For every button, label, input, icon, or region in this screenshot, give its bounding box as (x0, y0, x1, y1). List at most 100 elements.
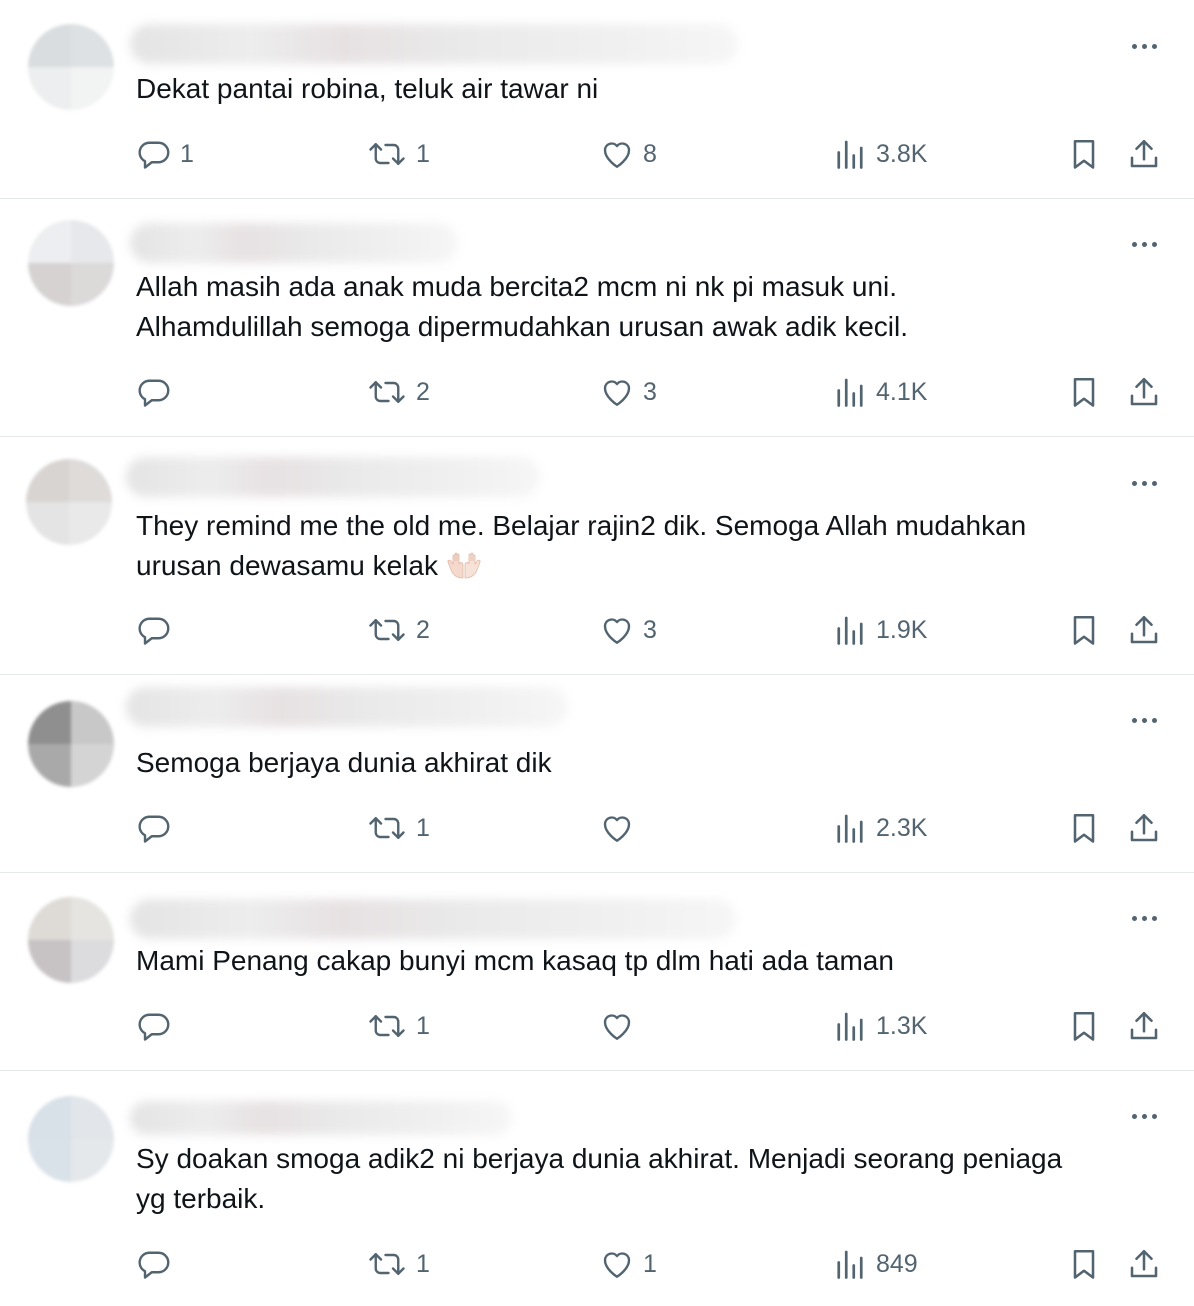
post-text: Dekat pantai robina, teluk air tawar ni (136, 73, 599, 104)
repost-count: 1 (416, 813, 430, 842)
avatar[interactable] (28, 897, 114, 983)
views-button[interactable]: 4.1K (832, 374, 927, 410)
share-icon (1130, 139, 1158, 168)
bookmark-button[interactable] (1066, 810, 1102, 851)
like-button[interactable]: 3 (599, 612, 657, 648)
reply-count: 1 (180, 139, 194, 168)
repost-button[interactable]: 2 (366, 612, 430, 648)
avatar[interactable] (28, 24, 114, 110)
reply-button[interactable] (136, 810, 180, 846)
reply-post[interactable]: Semoga berjaya dunia akhirat dik 1 2.3K (0, 675, 1194, 873)
avatar[interactable] (28, 220, 114, 306)
repost-button[interactable]: 1 (366, 1008, 430, 1044)
reply-icon (138, 379, 170, 407)
view-count: 1.3K (876, 1011, 928, 1040)
view-count: 849 (876, 1249, 918, 1278)
repost-button[interactable]: 1 (366, 136, 430, 172)
reply-post[interactable]: Allah masih ada anak muda bercita2 mcm n… (0, 199, 1194, 437)
repost-button[interactable]: 2 (366, 374, 430, 410)
reply-post[interactable]: Sy doakan smoga adik2 ni berjaya dunia a… (0, 1071, 1194, 1306)
views-icon (837, 140, 863, 169)
repost-count: 2 (416, 615, 430, 644)
bookmark-icon (1073, 1249, 1095, 1279)
heart-icon (603, 1014, 631, 1040)
post-text: Semoga berjaya dunia akhirat dik (136, 747, 552, 778)
post-text: Mami Penang cakap bunyi mcm kasaq tp dlm… (136, 945, 894, 976)
repost-icon (369, 381, 405, 403)
like-count: 8 (643, 139, 657, 168)
heart-icon (603, 618, 631, 644)
views-icon (837, 1250, 863, 1279)
heart-icon (603, 816, 631, 842)
view-count: 3.8K (876, 139, 928, 168)
share-icon (1130, 1249, 1158, 1278)
reply-button[interactable] (136, 612, 180, 648)
avatar[interactable] (26, 459, 112, 545)
blurred-username (130, 899, 736, 939)
share-icon (1130, 813, 1158, 842)
reply-button[interactable] (136, 374, 180, 410)
more-icon[interactable] (1124, 908, 1164, 928)
bookmark-button[interactable] (1066, 612, 1102, 653)
views-button[interactable]: 1.9K (832, 612, 927, 648)
repost-button[interactable]: 1 (366, 1246, 430, 1282)
view-count: 4.1K (876, 377, 928, 406)
share-icon (1130, 377, 1158, 406)
views-button[interactable]: 849 (832, 1246, 918, 1282)
more-icon[interactable] (1124, 1106, 1164, 1126)
repost-icon (369, 619, 405, 641)
like-count: 1 (643, 1249, 657, 1278)
bookmark-icon (1073, 377, 1095, 407)
views-icon (837, 1012, 863, 1041)
reply-post[interactable]: They remind me the old me. Belajar rajin… (0, 437, 1194, 675)
reply-icon (138, 815, 170, 843)
like-button[interactable]: 8 (599, 136, 657, 172)
share-button[interactable] (1126, 810, 1162, 851)
repost-count: 2 (416, 377, 430, 406)
bookmark-button[interactable] (1066, 374, 1102, 415)
views-icon (837, 616, 863, 645)
reply-post[interactable]: Mami Penang cakap bunyi mcm kasaq tp dlm… (0, 873, 1194, 1071)
reply-button[interactable]: 1 (136, 136, 194, 172)
more-icon[interactable] (1124, 473, 1164, 493)
reply-button[interactable] (136, 1246, 180, 1282)
share-button[interactable] (1126, 612, 1162, 653)
avatar[interactable] (28, 701, 114, 787)
repost-icon (369, 1253, 405, 1275)
bookmark-button[interactable] (1066, 136, 1102, 177)
share-button[interactable] (1126, 1246, 1162, 1287)
like-button[interactable] (599, 810, 643, 846)
like-button[interactable]: 1 (599, 1246, 657, 1282)
bookmark-icon (1073, 813, 1095, 843)
views-button[interactable]: 1.3K (832, 1008, 927, 1044)
more-icon[interactable] (1124, 710, 1164, 730)
repost-icon (369, 817, 405, 839)
repost-count: 1 (416, 139, 430, 168)
bookmark-button[interactable] (1066, 1246, 1102, 1287)
blurred-username (126, 457, 540, 497)
reply-icon (138, 1013, 170, 1041)
repost-button[interactable]: 1 (366, 810, 430, 846)
more-icon[interactable] (1124, 234, 1164, 254)
repost-icon (369, 1015, 405, 1037)
like-count: 3 (643, 377, 657, 406)
avatar[interactable] (28, 1096, 114, 1182)
repost-count: 1 (416, 1249, 430, 1278)
share-button[interactable] (1126, 1008, 1162, 1049)
like-button[interactable] (599, 1008, 643, 1044)
share-button[interactable] (1126, 374, 1162, 415)
palms-up-together-icon (447, 552, 481, 579)
reply-icon (138, 617, 170, 645)
views-button[interactable]: 3.8K (832, 136, 927, 172)
reply-post[interactable]: Dekat pantai robina, teluk air tawar ni … (0, 0, 1194, 199)
bookmark-button[interactable] (1066, 1008, 1102, 1049)
blurred-username (126, 687, 568, 727)
blurred-username (130, 1101, 512, 1135)
views-button[interactable]: 2.3K (832, 810, 927, 846)
view-count: 2.3K (876, 813, 928, 842)
share-button[interactable] (1126, 136, 1162, 177)
like-button[interactable]: 3 (599, 374, 657, 410)
views-icon (837, 378, 863, 407)
more-icon[interactable] (1124, 36, 1164, 56)
reply-button[interactable] (136, 1008, 180, 1044)
